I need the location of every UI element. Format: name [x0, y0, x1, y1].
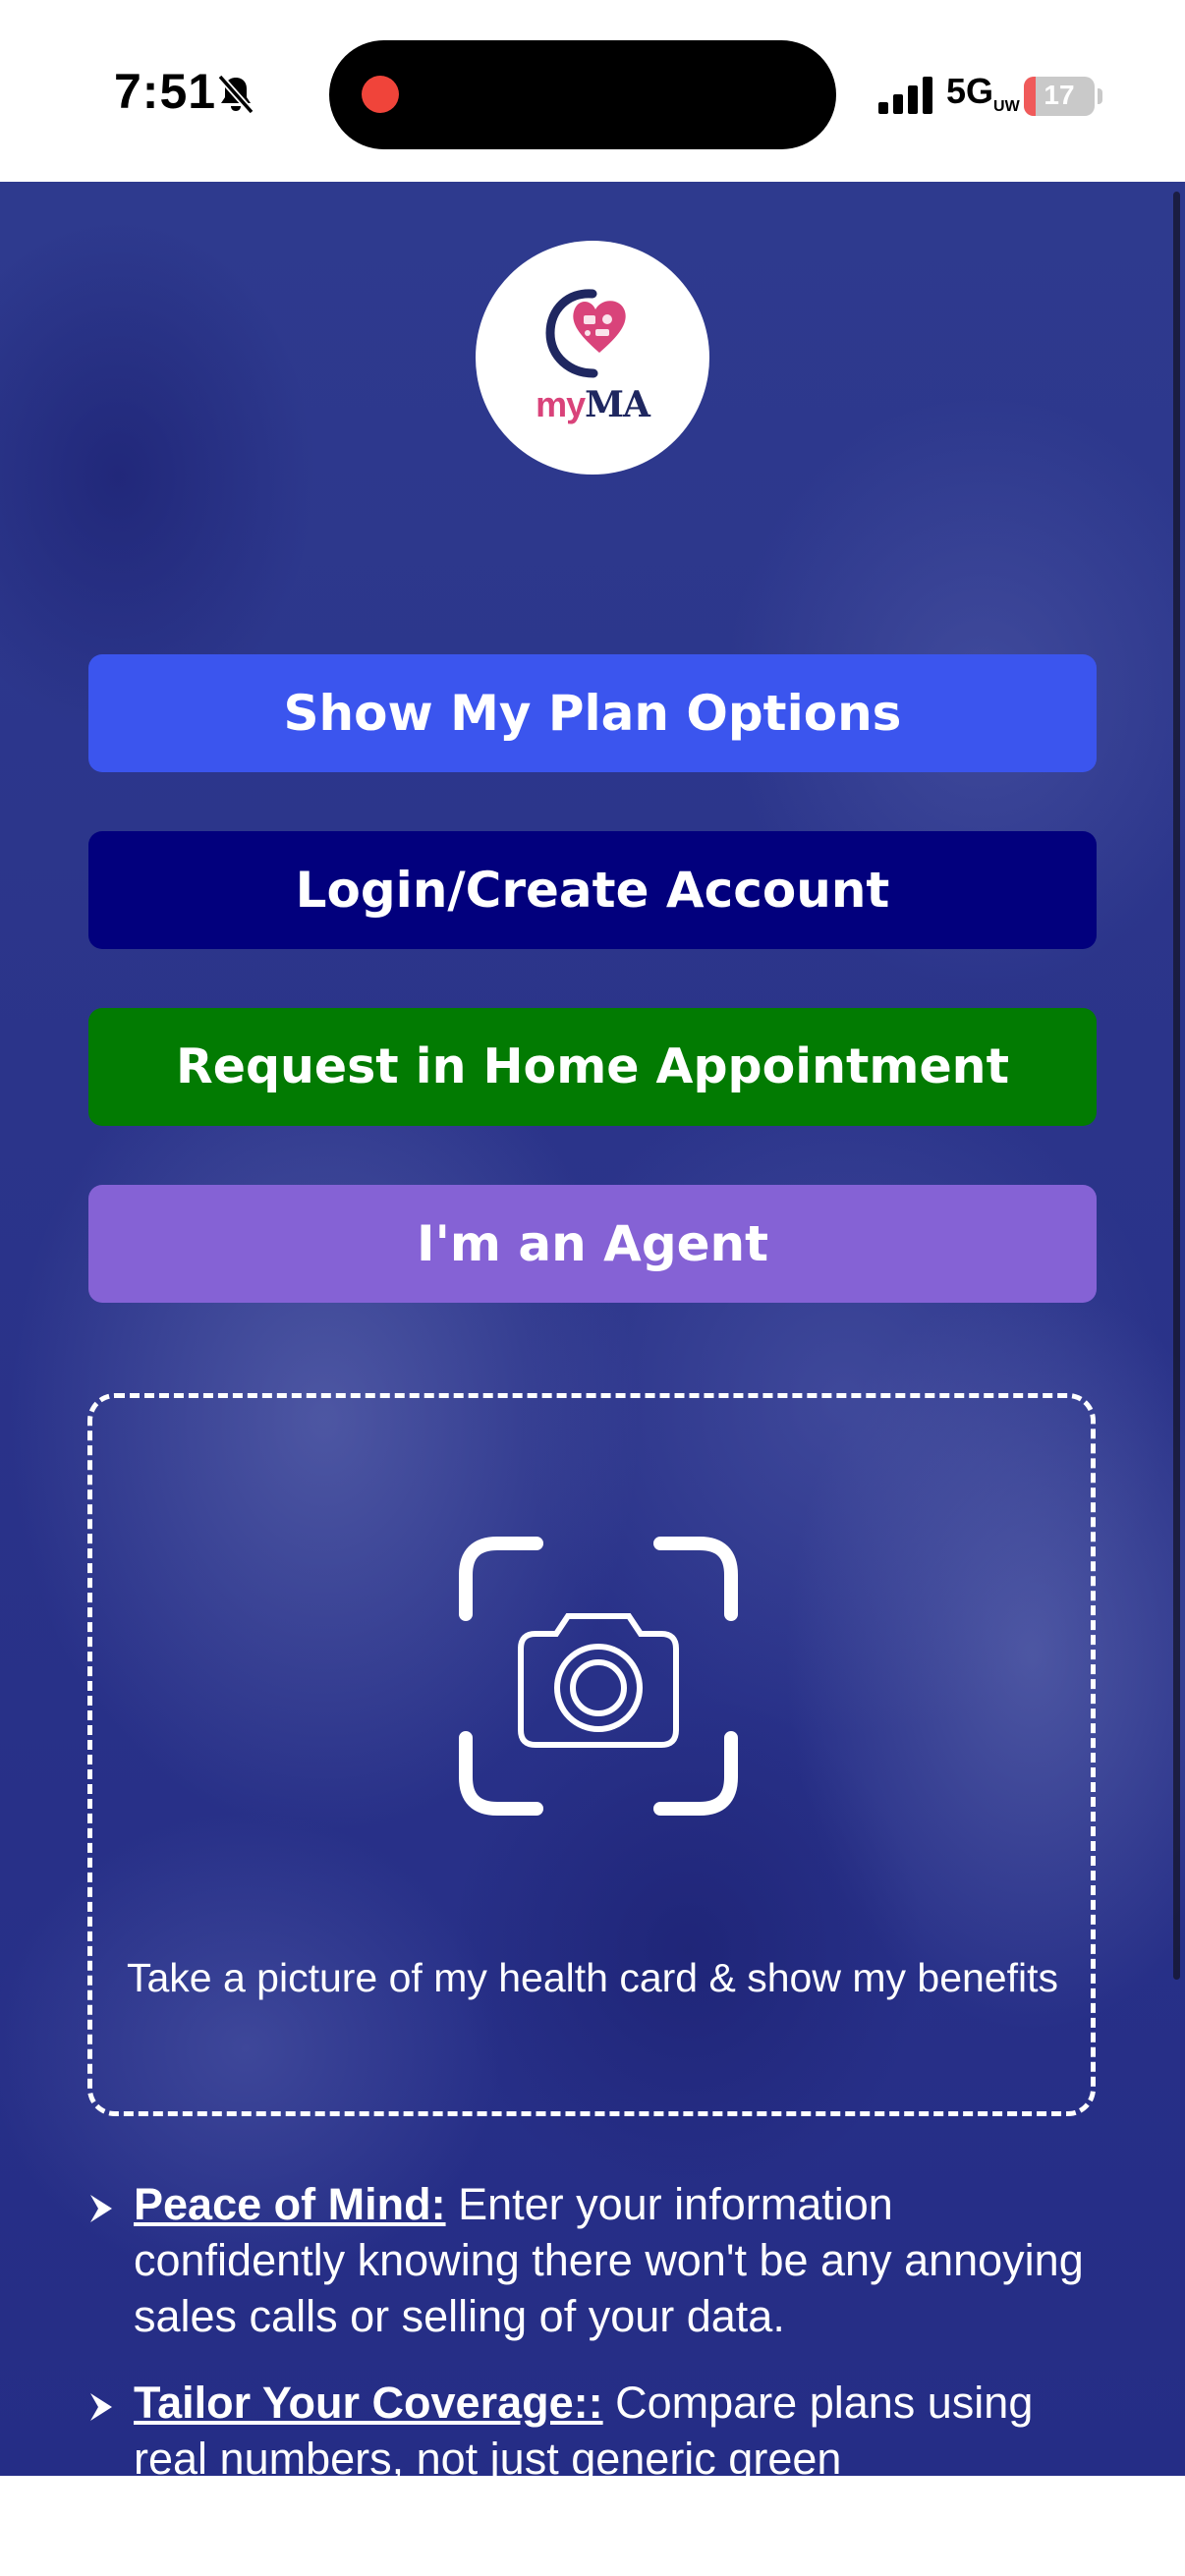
browser-bottom-bar [0, 2476, 1185, 2576]
network-type: 5GUW [946, 71, 1020, 116]
upload-instructions: Take a picture of my health card & show … [126, 1955, 1058, 2000]
recording-indicator [362, 76, 399, 113]
background-photo [0, 221, 1185, 2284]
login-create-account-button[interactable]: Login/Create Account [88, 831, 1097, 949]
agent-button[interactable]: I'm an Agent [88, 1185, 1097, 1303]
health-card-upload-area[interactable] [87, 1393, 1096, 2116]
cellular-signal-icon [878, 77, 932, 114]
hand-heart-logo-icon [545, 289, 626, 378]
status-bar: 7:51 5GUW 17 [0, 0, 1185, 182]
camera-scan-icon [459, 1537, 738, 1816]
feature-text: Tailor Your Coverage:: Compare plans usi… [134, 2375, 1116, 2476]
scroll-indicator[interactable] [1173, 192, 1180, 1980]
status-time: 7:51 [114, 64, 217, 119]
show-plan-options-button[interactable]: Show My Plan Options [88, 654, 1097, 772]
battery-indicator: 17 [1024, 77, 1095, 116]
feature-text: Peace of Mind: Enter your information co… [134, 2176, 1116, 2344]
arrow-right-icon [90, 2393, 112, 2421]
dynamic-island [329, 40, 836, 149]
brand-logo[interactable]: myMA [476, 241, 709, 475]
feature-title-link[interactable]: Tailor Your Coverage:: [134, 2378, 603, 2428]
battery-tip [1098, 88, 1102, 104]
page-content[interactable]: myMA Show My Plan Options Login/Create A… [0, 182, 1185, 2476]
arrow-right-icon [90, 2195, 112, 2222]
request-home-appointment-button[interactable]: Request in Home Appointment [88, 1008, 1097, 1126]
bell-slash-icon [217, 74, 254, 115]
feature-title-link[interactable]: Peace of Mind: [134, 2179, 446, 2229]
logo-wordmark: myMA [536, 384, 650, 425]
battery-level: 17 [1044, 80, 1075, 110]
